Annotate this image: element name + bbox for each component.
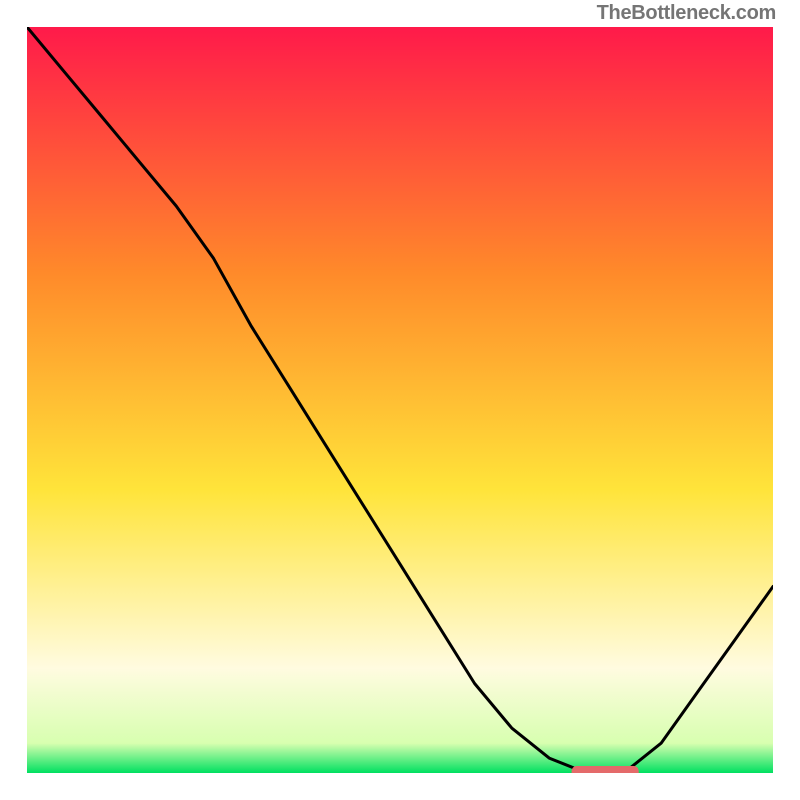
bottleneck-chart: TheBottleneck.com bbox=[0, 0, 800, 800]
optimum-marker bbox=[572, 766, 639, 773]
plot-area bbox=[27, 27, 773, 773]
attribution-text: TheBottleneck.com bbox=[597, 2, 776, 25]
gradient-background bbox=[27, 27, 773, 773]
